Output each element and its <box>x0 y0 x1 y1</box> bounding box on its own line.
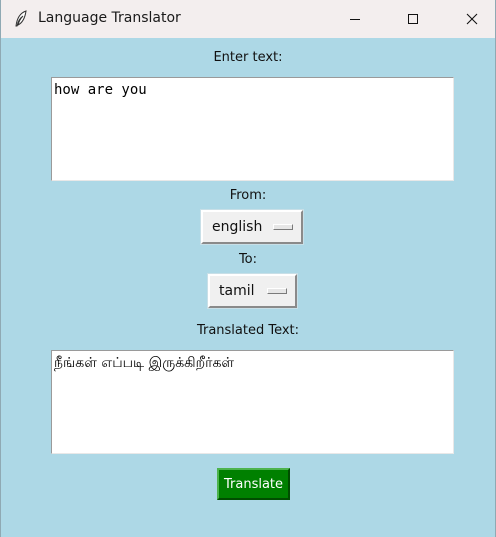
to-language-select[interactable]: tamil <box>207 273 298 309</box>
translated-text-label: Translated Text: <box>196 323 300 338</box>
enter-text-label: Enter text: <box>213 50 283 65</box>
from-language-select[interactable]: english <box>200 209 304 245</box>
from-label: From: <box>229 188 267 203</box>
output-text-area[interactable]: நீங்கள் எப்படி இருக்கிறீர்கள் <box>51 350 454 454</box>
dropdown-indicator-icon <box>267 288 287 294</box>
dropdown-indicator-icon <box>273 224 293 230</box>
from-language-value: english <box>212 219 263 235</box>
translate-button[interactable]: Translate <box>217 468 290 500</box>
title-bar[interactable]: Language Translator <box>1 0 495 38</box>
feather-icon <box>15 10 27 27</box>
input-text-area[interactable]: how are you <box>51 77 454 181</box>
to-language-value: tamil <box>219 283 255 299</box>
maximize-icon <box>408 14 418 24</box>
minimize-button[interactable] <box>332 0 378 38</box>
minimize-icon <box>350 19 360 20</box>
close-button[interactable] <box>449 0 495 38</box>
to-label: To: <box>238 252 258 267</box>
window-title: Language Translator <box>38 10 181 26</box>
close-icon <box>466 13 478 25</box>
maximize-button[interactable] <box>390 0 436 38</box>
app-window: Language Translator Enter text: how are … <box>0 0 496 537</box>
